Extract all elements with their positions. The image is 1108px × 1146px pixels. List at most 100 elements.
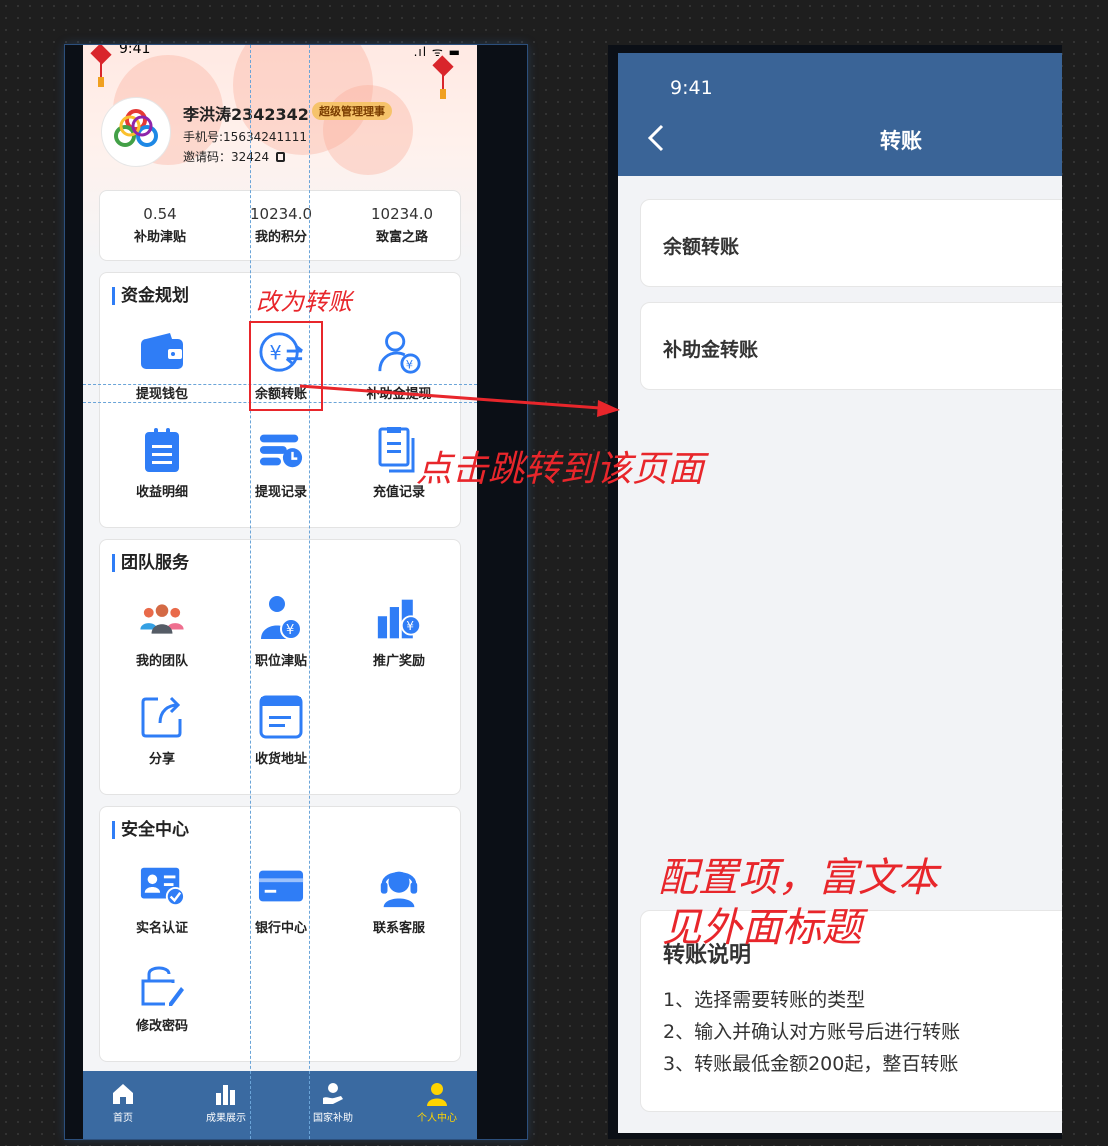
transfer-header: 9:41 转账 [618,53,1062,176]
grid-item-promo-reward[interactable]: ¥ 推广奖励 [340,596,458,669]
tab-personal-center[interactable]: 个人中心 [397,1081,477,1124]
dashed-guide-line [309,45,310,1139]
grid-item-bank-center[interactable]: 银行中心 [222,863,340,936]
stat-label: 致富之路 [375,230,428,245]
tab-national-subsidy[interactable]: 国家补助 [293,1081,373,1124]
personal-center-screen: 9:41 .ıl ᯤ ▬ 李洪涛2342342 超级管理理事 手机号:15634… [83,45,477,1139]
address-card-icon [258,694,304,740]
section-title: 团队服务 [112,554,189,572]
user-name: 李洪涛2342342 [183,105,309,124]
person-icon [397,1081,477,1107]
grid-item-shipping-address[interactable]: 收货地址 [222,694,340,767]
stat-label: 我的积分 [254,230,307,245]
annotation-rename: 改为转账 [256,288,352,316]
invite-code-text: 邀请码：32424 [183,150,270,164]
grid-item-label: 实名认证 [135,921,188,936]
tab-home[interactable]: 首页 [83,1081,163,1124]
id-card-check-icon [139,863,185,909]
personal-center-phone: 9:41 .ıl ᯤ ▬ 李洪涛2342342 超级管理理事 手机号:15634… [65,45,527,1139]
team-people-icon [139,596,185,642]
annotation-highlight-box [249,321,323,411]
grid-item-earnings-detail[interactable]: 收益明细 [103,427,221,500]
grid-item-label: 职位津贴 [254,654,307,669]
description-line: 3、转账最低金额200起，整百转账 [663,1053,959,1075]
description-line: 1、选择需要转账的类型 [663,989,866,1011]
page-title: 转账 [880,129,922,153]
grid-item-customer-service[interactable]: 联系客服 [340,863,458,936]
stat-subsidy[interactable]: 0.54 补助津贴 [100,205,220,245]
bar-chart-icon [186,1081,266,1107]
svg-text:¥: ¥ [286,623,294,638]
transfer-screen: 9:41 转账 余额转账 补助金转账 转账说明 1、选择需要转账的类型 2、输入… [618,53,1062,1133]
annotation-config-line2: 见外面标题 [662,905,862,951]
option-label: 余额转账 [663,236,740,258]
bank-card-icon [258,863,304,909]
security-section: 安全中心 实名认证 银行中心 联系客服 修改密码 [99,806,461,1062]
clipboard-list-icon [139,427,185,473]
avatar[interactable] [101,97,171,167]
stat-wealth-road[interactable]: 10234.0 致富之路 [342,205,462,245]
option-label: 补助金转账 [663,339,759,361]
status-time: 9:41 [119,45,151,57]
svg-text:¥: ¥ [406,619,414,633]
user-phone: 手机号:15634241111 [183,130,308,144]
wallet-icon [139,329,185,375]
grid-item-withdraw-wallet[interactable]: 提现钱包 [103,329,221,402]
status-time: 9:41 [670,77,713,99]
transfer-phone: 9:41 转账 余额转账 补助金转账 转账说明 1、选择需要转账的类型 2、输入… [608,45,1062,1139]
stat-value: 10234.0 [370,205,434,223]
bottom-tab-bar: 首页 成果展示 国家补助 个人中心 [83,1071,477,1139]
lock-edit-icon [139,961,185,1007]
stat-label: 补助津贴 [133,230,186,245]
dashed-guide-line [250,45,251,1139]
section-title: 资金规划 [112,287,189,305]
tab-label: 个人中心 [417,1113,457,1124]
grid-item-subsidy-withdraw[interactable]: ¥ 补助金提现 [340,329,458,402]
annotation-jump: 点击跳转到该页面 [416,449,705,490]
stat-points[interactable]: 10234.0 我的积分 [221,205,341,245]
copy-icon[interactable] [276,152,286,162]
grid-item-label: 分享 [148,752,175,767]
team-section: 团队服务 我的团队 ¥ 职位津贴 ¥ 推广奖励 分享 收货地址 [99,539,461,795]
tab-achievements[interactable]: 成果展示 [186,1081,266,1124]
record-clock-icon [258,427,304,473]
grid-item-my-team[interactable]: 我的团队 [103,596,221,669]
option-subsidy-transfer[interactable]: 补助金转账 [640,302,1062,390]
role-badge: 超级管理理事 [312,102,392,120]
chinese-knot-icon [90,45,112,87]
grid-item-label: 收益明细 [135,485,188,500]
section-title: 安全中心 [112,821,189,839]
grid-item-label: 银行中心 [254,921,307,936]
stats-card: 0.54 补助津贴 10234.0 我的积分 10234.0 致富之路 [99,190,461,261]
option-balance-transfer[interactable]: 余额转账 [640,199,1062,287]
invite-code: 邀请码：32424 [183,148,286,165]
grid-item-label: 收货地址 [254,752,307,767]
tab-label: 成果展示 [206,1113,246,1124]
stat-value: 0.54 [143,205,177,223]
home-icon [83,1081,163,1107]
grid-item-change-password[interactable]: 修改密码 [103,961,221,1034]
grid-item-label: 联系客服 [372,921,425,936]
grid-item-label: 修改密码 [135,1019,188,1034]
description-line: 2、输入并确认对方账号后进行转账 [663,1021,961,1043]
svg-text:¥: ¥ [406,357,413,371]
grid-item-label: 补助金提现 [366,387,432,402]
share-icon [139,694,185,740]
tab-label: 首页 [113,1113,133,1124]
status-icons: .ıl ᯤ ▬ [413,45,461,59]
grid-item-label: 提现记录 [254,485,307,500]
tab-label: 国家补助 [313,1113,353,1124]
grid-item-real-name-auth[interactable]: 实名认证 [103,863,221,936]
grid-item-position-allowance[interactable]: ¥ 职位津贴 [222,596,340,669]
chinese-knot-icon [432,55,454,99]
stat-value: 10234.0 [249,205,313,223]
grid-item-withdraw-records[interactable]: 提现记录 [222,427,340,500]
user-yuan-icon: ¥ [258,596,304,642]
grid-item-label: 提现钱包 [135,387,188,402]
grid-item-share[interactable]: 分享 [103,694,221,767]
bar-chart-yuan-icon: ¥ [376,596,422,642]
grid-item-label: 我的团队 [135,654,188,669]
hand-subsidy-icon [293,1081,373,1107]
headset-support-icon [376,863,422,909]
user-yuan-icon: ¥ [376,329,422,375]
